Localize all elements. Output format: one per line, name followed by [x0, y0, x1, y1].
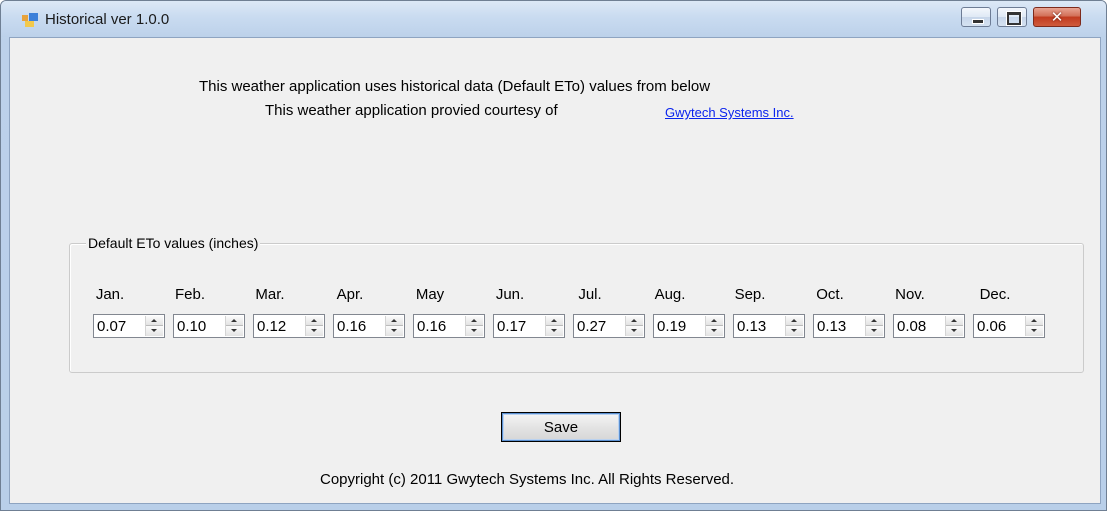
- eto-value-aug[interactable]: 0.19: [657, 318, 686, 335]
- month-label-aug: Aug.: [654, 286, 686, 303]
- eto-value-oct[interactable]: 0.13: [817, 318, 846, 335]
- window-title: Historical ver 1.0.0: [45, 11, 170, 28]
- eto-value-mar[interactable]: 0.12: [257, 318, 286, 335]
- spin-up-icon[interactable]: [146, 316, 163, 326]
- spin-buttons: [465, 316, 483, 336]
- spin-buttons: [785, 316, 803, 336]
- month-label-oct: Oct.: [816, 286, 844, 303]
- spin-down-icon[interactable]: [786, 326, 803, 336]
- month-label-feb: Feb.: [174, 286, 205, 303]
- month-label-sep: Sep.: [734, 286, 766, 303]
- spin-down-icon[interactable]: [706, 326, 723, 336]
- maximize-icon: [1007, 12, 1021, 25]
- month-label-jun: Jun.: [495, 286, 525, 303]
- spin-up-icon[interactable]: [466, 316, 483, 326]
- app-window: Historical ver 1.0.0 ✕ This weather appl…: [0, 0, 1107, 511]
- intro-line-1: This weather application uses historical…: [199, 78, 711, 95]
- save-button[interactable]: Save: [501, 412, 621, 442]
- eto-value-dec[interactable]: 0.06: [977, 318, 1006, 335]
- month-label-may: May: [415, 286, 445, 303]
- close-icon: ✕: [1050, 8, 1064, 26]
- month-label-dec: Dec.: [979, 286, 1011, 303]
- eto-spinner-apr[interactable]: 0.16: [333, 314, 405, 338]
- eto-value-jan[interactable]: 0.07: [97, 318, 126, 335]
- eto-value-apr[interactable]: 0.16: [337, 318, 366, 335]
- courtesy-link[interactable]: Gwytech Systems Inc.: [665, 105, 794, 120]
- eto-spinner-oct[interactable]: 0.13: [813, 314, 885, 338]
- spin-up-icon[interactable]: [1026, 316, 1043, 326]
- spin-up-icon[interactable]: [626, 316, 643, 326]
- spin-down-icon[interactable]: [626, 326, 643, 336]
- spin-down-icon[interactable]: [866, 326, 883, 336]
- eto-spinner-feb[interactable]: 0.10: [173, 314, 245, 338]
- spin-buttons: [145, 316, 163, 336]
- eto-spinner-jul[interactable]: 0.27: [573, 314, 645, 338]
- spin-buttons: [545, 316, 563, 336]
- spin-buttons: [625, 316, 643, 336]
- eto-spinner-aug[interactable]: 0.19: [653, 314, 725, 338]
- spin-up-icon[interactable]: [546, 316, 563, 326]
- eto-spinner-jan[interactable]: 0.07: [93, 314, 165, 338]
- spin-down-icon[interactable]: [146, 326, 163, 336]
- month-label-jul: Jul.: [578, 286, 602, 303]
- eto-spinner-may[interactable]: 0.16: [413, 314, 485, 338]
- eto-value-feb[interactable]: 0.10: [177, 318, 206, 335]
- eto-spinner-jun[interactable]: 0.17: [493, 314, 565, 338]
- spin-up-icon[interactable]: [866, 316, 883, 326]
- eto-spinner-nov[interactable]: 0.08: [893, 314, 965, 338]
- maximize-button[interactable]: [997, 7, 1027, 27]
- intro-line-2: This weather application provied courtes…: [265, 102, 558, 119]
- spin-down-icon[interactable]: [1026, 326, 1043, 336]
- title-bar[interactable]: Historical ver 1.0.0 ✕: [1, 1, 1106, 37]
- spin-buttons: [1025, 316, 1043, 336]
- spin-up-icon[interactable]: [386, 316, 403, 326]
- eto-value-jul[interactable]: 0.27: [577, 318, 606, 335]
- minimize-icon: [972, 19, 984, 24]
- close-button[interactable]: ✕: [1033, 7, 1081, 27]
- spin-buttons: [225, 316, 243, 336]
- month-label-jan: Jan.: [95, 286, 125, 303]
- copyright-text: Copyright (c) 2011 Gwytech Systems Inc. …: [320, 471, 735, 488]
- eto-value-nov[interactable]: 0.08: [897, 318, 926, 335]
- spin-down-icon[interactable]: [306, 326, 323, 336]
- spin-buttons: [705, 316, 723, 336]
- spin-down-icon[interactable]: [466, 326, 483, 336]
- spin-buttons: [945, 316, 963, 336]
- groupbox-legend: Default ETo values (inches): [86, 235, 261, 251]
- eto-value-jun[interactable]: 0.17: [497, 318, 526, 335]
- eto-value-sep[interactable]: 0.13: [737, 318, 766, 335]
- spin-up-icon[interactable]: [946, 316, 963, 326]
- spin-down-icon[interactable]: [946, 326, 963, 336]
- spin-down-icon[interactable]: [226, 326, 243, 336]
- spin-buttons: [305, 316, 323, 336]
- month-label-mar: Mar.: [255, 286, 285, 303]
- spin-up-icon[interactable]: [226, 316, 243, 326]
- app-icon[interactable]: [22, 13, 38, 27]
- month-label-nov: Nov.: [895, 286, 925, 303]
- spin-up-icon[interactable]: [786, 316, 803, 326]
- eto-spinner-sep[interactable]: 0.13: [733, 314, 805, 338]
- spin-up-icon[interactable]: [706, 316, 723, 326]
- spin-up-icon[interactable]: [306, 316, 323, 326]
- eto-spinner-mar[interactable]: 0.12: [253, 314, 325, 338]
- month-label-apr: Apr.: [336, 286, 364, 303]
- spin-down-icon[interactable]: [386, 326, 403, 336]
- eto-groupbox: Default ETo values (inches) Jan. Feb. Ma…: [69, 235, 1084, 373]
- spin-buttons: [865, 316, 883, 336]
- minimize-button[interactable]: [961, 7, 991, 27]
- client-area: This weather application uses historical…: [9, 37, 1101, 504]
- eto-spinner-dec[interactable]: 0.06: [973, 314, 1045, 338]
- eto-value-may[interactable]: 0.16: [417, 318, 446, 335]
- spin-buttons: [385, 316, 403, 336]
- spin-down-icon[interactable]: [546, 326, 563, 336]
